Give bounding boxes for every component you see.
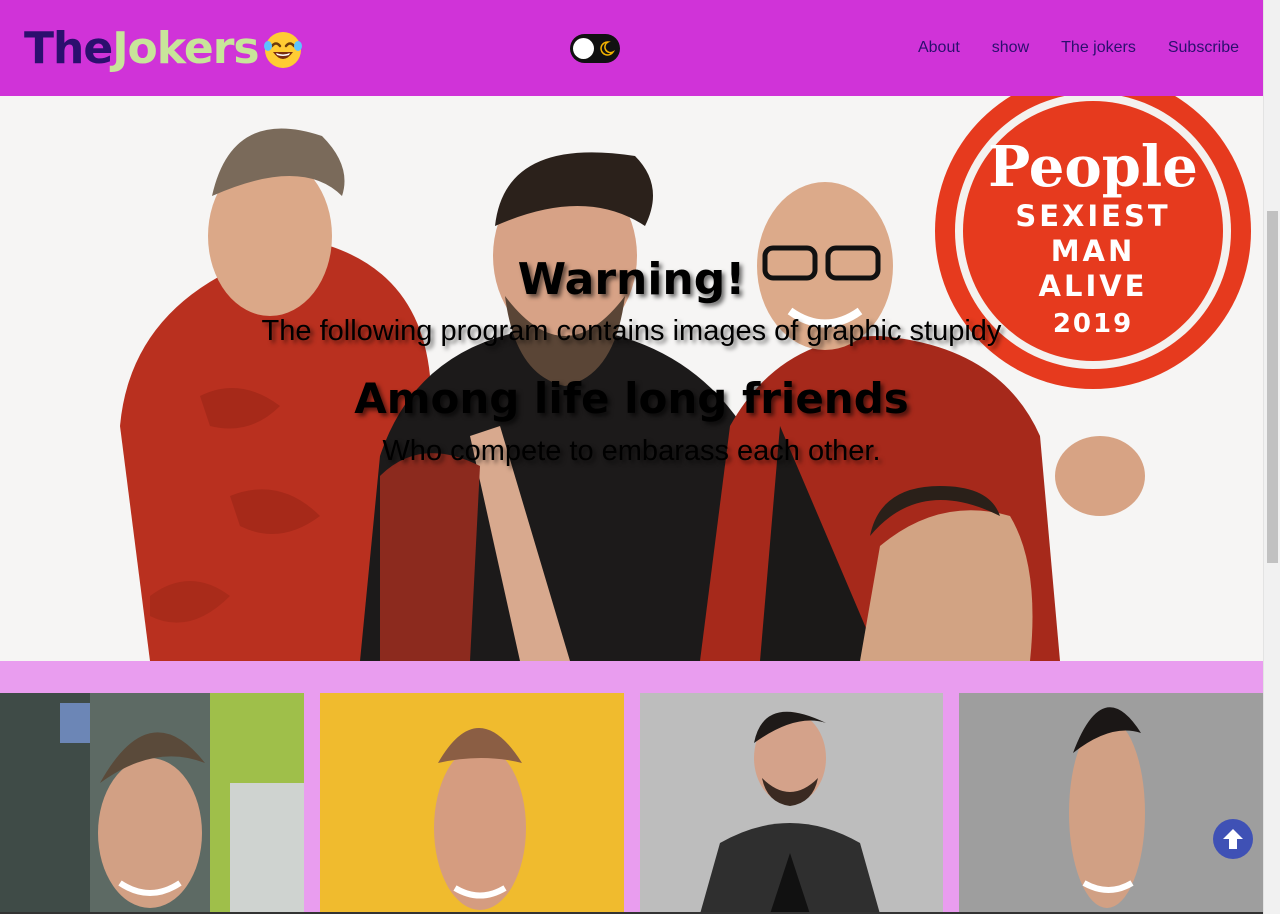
hero-subheading-2: Who compete to embarass each other. xyxy=(382,435,881,467)
logo-text-the: The xyxy=(24,22,113,74)
theme-toggle[interactable] xyxy=(570,34,620,63)
page-scrollbar[interactable] xyxy=(1263,0,1280,914)
nav-links: About show The jokers Subscribe xyxy=(886,38,1239,58)
logo-text-jokers: Jokers xyxy=(112,22,259,74)
joker-portrait-3 xyxy=(640,693,943,914)
joker-portrait-1 xyxy=(0,693,304,914)
hero-subtitle: The following program contains images of… xyxy=(261,315,1002,347)
nav-link-subscribe[interactable]: Subscribe xyxy=(1168,38,1239,58)
nav-link-about[interactable]: About xyxy=(918,38,960,58)
joker-portrait-4 xyxy=(959,693,1263,914)
badge-brand: People xyxy=(988,134,1198,200)
moon-icon xyxy=(600,41,615,56)
scrollbar-thumb[interactable] xyxy=(1267,211,1278,563)
arrow-up-icon xyxy=(1223,829,1243,849)
joker-card-2[interactable] xyxy=(320,693,624,914)
jokers-cards xyxy=(0,693,1263,914)
toggle-knob xyxy=(573,38,594,59)
joker-card-1[interactable] xyxy=(0,693,304,914)
nav-link-the-jokers[interactable]: The jokers xyxy=(1061,38,1136,58)
back-to-top-button[interactable] xyxy=(1213,819,1253,859)
hero-banner: People SEXIEST MAN ALIVE 2019 Warning! T… xyxy=(0,96,1263,661)
hero-heading-2: Among life long friends xyxy=(354,374,909,423)
page: The Jokers About show The jokers Subscrib… xyxy=(0,0,1263,914)
nav-link-show[interactable]: show xyxy=(992,38,1029,58)
badge-line1: SEXIEST xyxy=(1015,199,1170,233)
joker-card-4[interactable] xyxy=(959,693,1263,914)
laughing-face-icon xyxy=(263,32,302,68)
joker-card-3[interactable] xyxy=(640,693,944,914)
joker-portrait-2 xyxy=(320,693,624,914)
site-logo[interactable]: The Jokers xyxy=(24,22,305,74)
hero-title: Warning! xyxy=(517,254,746,305)
navbar: The Jokers About show The jokers Subscrib… xyxy=(0,0,1263,96)
